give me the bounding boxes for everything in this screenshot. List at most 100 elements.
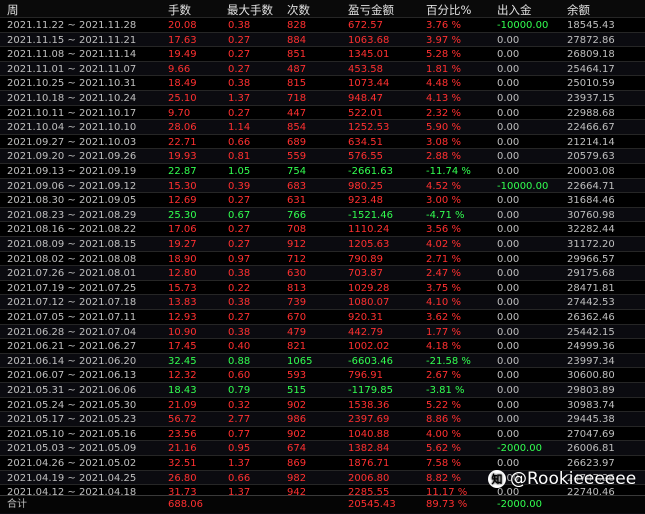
- header-pct[interactable]: 百分比%: [426, 2, 471, 18]
- cell-balance: 30983.74: [567, 399, 615, 411]
- cell-lots: 18.90: [168, 253, 197, 265]
- cell-week: 2021.06.07 ~ 2021.06.13: [7, 370, 137, 382]
- table-row[interactable]: 2021.10.11 ~ 2021.10.17 9.70 0.27 447 522.01…: [0, 104, 645, 121]
- cell-week: 2021.04.19 ~ 2021.04.25: [7, 472, 137, 484]
- cell-count: 487: [287, 63, 307, 75]
- cell-pct: 3.76 %: [426, 20, 461, 31]
- cell-lots: 19.49: [168, 49, 197, 61]
- cell-cash-io: 0.00: [497, 428, 520, 440]
- cell-lots: 25.30: [168, 209, 197, 221]
- header-count[interactable]: 次数: [287, 2, 310, 18]
- cell-count: 912: [287, 239, 307, 250]
- cell-balance: 27047.69: [567, 428, 615, 440]
- cell-pct: 4.48 %: [426, 78, 461, 90]
- header-cash-io[interactable]: 出入金: [497, 2, 532, 18]
- table-row[interactable]: 2021.07.19 ~ 2021.07.25 15.73 0.22 813 1029.…: [0, 279, 645, 296]
- cell-balance: 29175.68: [567, 268, 615, 280]
- cell-count: 902: [287, 428, 307, 440]
- cell-pct: 4.02 %: [426, 239, 461, 250]
- table-row[interactable]: 2021.11.01 ~ 2021.11.07 9.66 0.27 487 453.58…: [0, 60, 645, 77]
- cell-cash-io: 0.00: [497, 399, 520, 411]
- cell-pnl: 2397.69: [348, 414, 390, 426]
- cell-pct: -11.74 %: [426, 166, 471, 177]
- table-row[interactable]: 2021.07.05 ~ 2021.07.11 12.93 0.27 670 920.3…: [0, 309, 645, 325]
- cell-week: 2021.05.24 ~ 2021.05.30: [7, 399, 137, 411]
- cell-count: 815: [287, 78, 307, 90]
- cell-pnl: 1029.28: [348, 282, 390, 294]
- cell-balance: 28471.81: [567, 282, 615, 294]
- cell-balance: 26006.81: [567, 443, 615, 455]
- table-row[interactable]: 2021.08.23 ~ 2021.08.29 25.30 0.67 766 -1521…: [0, 206, 645, 223]
- cell-week: 2021.04.26 ~ 2021.05.02: [7, 458, 137, 469]
- cell-pnl: 948.47: [348, 93, 383, 104]
- cell-balance: 25442.15: [567, 326, 615, 338]
- cell-max-lots: 0.60: [228, 370, 251, 382]
- cell-balance: 32282.44: [567, 224, 615, 236]
- cell-pnl: 522.01: [348, 107, 383, 119]
- table-row[interactable]: 2021.11.08 ~ 2021.11.14 19.49 0.27 851 1345.…: [0, 46, 645, 62]
- cell-week: 2021.10.18 ~ 2021.10.24: [7, 93, 137, 104]
- header-week[interactable]: 周: [7, 2, 19, 18]
- table-row[interactable]: 2021.06.14 ~ 2021.06.20 32.45 0.88 1065 -660…: [0, 352, 645, 369]
- table-row[interactable]: 2021.10.18 ~ 2021.10.24 25.10 1.37 718 948.4…: [0, 90, 645, 106]
- table-row[interactable]: 2021.09.06 ~ 2021.09.12 15.30 0.39 683 980.2…: [0, 177, 645, 194]
- total-label: 合计: [7, 499, 27, 510]
- table-row[interactable]: 2021.05.10 ~ 2021.05.16 23.56 0.77 902 1040.…: [0, 425, 645, 442]
- table-row[interactable]: 2021.09.20 ~ 2021.09.26 19.93 0.81 559 576.5…: [0, 148, 645, 164]
- table-row[interactable]: 2021.11.22 ~ 2021.11.28 20.08 0.38 828 672.5…: [0, 17, 645, 33]
- table-row[interactable]: 2021.05.31 ~ 2021.06.06 18.43 0.79 515 -1179…: [0, 382, 645, 398]
- table-row[interactable]: 2021.08.16 ~ 2021.08.22 17.06 0.27 708 1110.…: [0, 221, 645, 237]
- cell-lots: 17.45: [168, 341, 197, 353]
- cell-pnl: 1382.84: [348, 443, 390, 455]
- table-row[interactable]: 2021.06.07 ~ 2021.06.13 12.32 0.60 593 796.9…: [0, 367, 645, 383]
- cell-cash-io: 0.00: [497, 63, 520, 75]
- cell-balance: 21214.14: [567, 136, 615, 148]
- header-lots[interactable]: 手数: [168, 2, 191, 18]
- cell-pct: 2.32 %: [426, 107, 461, 119]
- cell-lots: 23.56: [168, 428, 197, 440]
- cell-lots: 21.16: [168, 443, 197, 455]
- cell-count: 559: [287, 151, 307, 163]
- cell-pnl: 920.31: [348, 312, 383, 323]
- table-row[interactable]: 2021.07.12 ~ 2021.07.18 13.83 0.38 739 1080.…: [0, 294, 645, 310]
- cell-lots: 17.06: [168, 224, 197, 236]
- cell-pnl: 790.89: [348, 253, 383, 265]
- table-row[interactable]: 2021.09.13 ~ 2021.09.19 22.87 1.05 754 -2661…: [0, 163, 645, 179]
- watermark-text: @Rookieeeeee: [510, 469, 637, 489]
- cell-lots: 56.72: [168, 414, 197, 426]
- cell-week: 2021.09.27 ~ 2021.10.03: [7, 136, 137, 148]
- cell-cash-io: 0.00: [497, 268, 520, 280]
- cell-lots: 28.06: [168, 122, 197, 134]
- cell-max-lots: 0.81: [228, 151, 251, 163]
- cell-pnl: 1538.36: [348, 399, 390, 411]
- table-row[interactable]: 2021.08.30 ~ 2021.09.05 12.69 0.27 631 923.4…: [0, 192, 645, 208]
- table-row[interactable]: 2021.10.04 ~ 2021.10.10 28.06 1.14 854 1252.…: [0, 119, 645, 135]
- cell-count: 739: [287, 297, 307, 309]
- cell-week: 2021.11.01 ~ 2021.11.07: [7, 63, 137, 75]
- table-row[interactable]: 2021.05.03 ~ 2021.05.09 21.16 0.95 674 1382.…: [0, 440, 645, 456]
- table-row[interactable]: 2021.06.28 ~ 2021.07.04 10.90 0.38 479 442.7…: [0, 323, 645, 340]
- table-row[interactable]: 2021.05.24 ~ 2021.05.30 21.09 0.32 902 1538.…: [0, 396, 645, 413]
- table-row[interactable]: 2021.08.09 ~ 2021.08.15 19.27 0.27 912 1205.…: [0, 236, 645, 252]
- cell-max-lots: 0.38: [228, 78, 251, 90]
- cell-week: 2021.10.11 ~ 2021.10.17: [7, 107, 137, 119]
- header-pnl[interactable]: 盈亏金额: [348, 2, 394, 18]
- table-row[interactable]: 2021.05.17 ~ 2021.05.23 56.72 2.77 986 2397.…: [0, 411, 645, 427]
- table-row[interactable]: 2021.08.02 ~ 2021.08.08 18.90 0.97 712 790.8…: [0, 250, 645, 267]
- cell-pct: 2.88 %: [426, 151, 461, 163]
- cell-count: 986: [287, 414, 307, 426]
- table-row[interactable]: 2021.11.15 ~ 2021.11.21 17.63 0.27 884 1063.…: [0, 31, 645, 48]
- header-max-lots[interactable]: 最大手数: [227, 2, 273, 18]
- cell-balance: 23997.34: [567, 355, 615, 367]
- table-row[interactable]: 2021.09.27 ~ 2021.10.03 22.71 0.66 689 634.5…: [0, 133, 645, 150]
- table-row[interactable]: 2021.07.26 ~ 2021.08.01 12.80 0.38 630 703.8…: [0, 265, 645, 281]
- cell-cash-io: 0.00: [497, 49, 520, 61]
- header-balance[interactable]: 余额: [567, 2, 590, 18]
- table-row[interactable]: 2021.10.25 ~ 2021.10.31 18.49 0.38 815 1073.…: [0, 75, 645, 91]
- table-row[interactable]: 2021.06.21 ~ 2021.06.27 17.45 0.40 821 1002.…: [0, 338, 645, 354]
- cell-cash-io: 0.00: [497, 151, 520, 163]
- cell-balance: 27442.53: [567, 297, 615, 309]
- cell-pct: 5.28 %: [426, 49, 461, 61]
- cell-max-lots: 0.66: [228, 472, 251, 484]
- cell-pct: 2.67 %: [426, 370, 461, 382]
